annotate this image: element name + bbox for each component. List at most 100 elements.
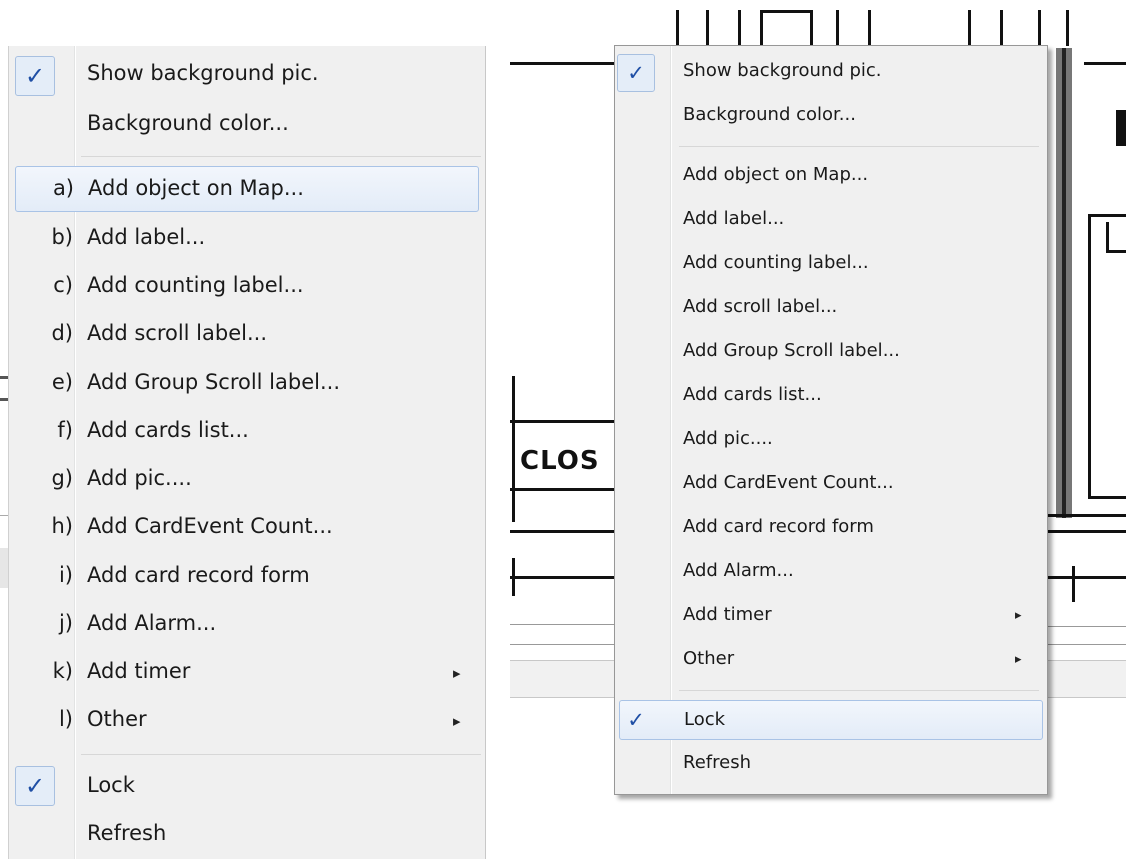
menu-item-lock[interactable]: Lock (15, 764, 479, 810)
drawing-line (836, 10, 839, 46)
menu-item-add-timer[interactable]: Add timer ▸ (619, 596, 1043, 636)
drawing-line (510, 62, 614, 65)
drawing-line (1048, 514, 1126, 517)
drawing-line (510, 644, 614, 645)
menu-item-add-cardevent-count[interactable]: h) Add CardEvent Count... (15, 505, 479, 551)
menu-item-add-pic[interactable]: Add pic.... (619, 420, 1043, 460)
menu-item-label: Add card record form (87, 563, 310, 587)
menu-item-label: Show background pic. (683, 60, 882, 81)
menu-item-add-alarm[interactable]: Add Alarm... (619, 552, 1043, 592)
menu-item-other[interactable]: l) Other ▸ (15, 698, 479, 744)
menu-item-label: Add Group Scroll label... (683, 340, 900, 361)
submenu-arrow-icon: ▸ (453, 712, 461, 730)
menu-item-add-group-scroll-label[interactable]: Add Group Scroll label... (619, 332, 1043, 372)
menu-item-label: Other (683, 648, 735, 669)
menu-item-label: Add counting label... (87, 273, 304, 297)
drawing-line (1116, 110, 1126, 146)
drawing-line (1088, 214, 1091, 498)
menu-item-label: Add card record form (683, 516, 874, 537)
drawing-text-clos: CLOS (520, 446, 600, 476)
menu-item-label: Add pic.... (683, 428, 773, 449)
menu-item-add-label[interactable]: b) Add label... (15, 216, 479, 262)
menu-item-add-counting-label[interactable]: c) Add counting label... (15, 264, 479, 310)
menu-item-add-cards-list[interactable]: Add cards list... (619, 376, 1043, 416)
menu-item-label: Lock (684, 709, 726, 730)
menu-item-label: Add label... (683, 208, 785, 229)
menu-item-add-counting-label[interactable]: Add counting label... (619, 244, 1043, 284)
menu-item-add-cards-list[interactable]: f) Add cards list... (15, 409, 479, 455)
menu-item-show-background-pic[interactable]: Show background pic. (15, 52, 479, 98)
menu-separator (81, 156, 481, 157)
left-panel: ✓ Show background pic. Background color.… (0, 0, 486, 859)
drawing-line (1048, 644, 1126, 645)
drawing-line (1038, 10, 1041, 46)
drawing-line (512, 376, 515, 522)
menu-item-add-group-scroll-label[interactable]: e) Add Group Scroll label... (15, 361, 479, 407)
menu-item-label: Background color... (683, 104, 856, 125)
drawing-line (868, 10, 871, 46)
drawing-fragment (0, 548, 8, 588)
drawing-line (760, 10, 812, 13)
menu-item-add-timer[interactable]: k) Add timer ▸ (15, 650, 479, 696)
menu-item-show-background-pic[interactable]: Show background pic. (619, 52, 1043, 92)
menu-item-label: Add Alarm... (87, 611, 217, 635)
item-letter: d) (51, 321, 73, 345)
menu-item-add-object-on-map[interactable]: Add object on Map... (619, 156, 1043, 196)
drawing-fragment (0, 515, 8, 516)
drawing-line (510, 420, 614, 423)
drawing-line (1088, 214, 1126, 217)
submenu-arrow-icon: ▸ (1015, 652, 1022, 667)
drawing-line (512, 558, 515, 596)
menu-separator (679, 146, 1039, 147)
drawing-fragment (0, 376, 8, 379)
drawing-line (760, 10, 763, 46)
drawing-line (1106, 250, 1126, 253)
drawing-line (1062, 48, 1066, 518)
menu-item-refresh[interactable]: Refresh (619, 744, 1043, 784)
item-letter: f) (57, 418, 73, 442)
menu-item-background-color[interactable]: Background color... (15, 102, 479, 148)
menu-item-refresh[interactable]: Refresh (15, 812, 479, 858)
drawing-line (676, 10, 679, 46)
menu-item-add-card-record-form[interactable]: i) Add card record form (15, 554, 479, 600)
menu-separator (81, 754, 481, 755)
submenu-arrow-icon: ▸ (1015, 608, 1022, 623)
menu-item-add-alarm[interactable]: j) Add Alarm... (15, 602, 479, 648)
drawing-line (810, 10, 813, 46)
menu-item-label: Show background pic. (87, 61, 319, 85)
menu-item-label: Background color... (87, 111, 289, 135)
item-letter: h) (51, 514, 73, 538)
drawing-line (1066, 10, 1069, 46)
item-letter: a) (52, 176, 74, 200)
menu-item-label: Add object on Map... (683, 164, 869, 185)
drawing-fragment (0, 398, 8, 401)
menu-item-background-color[interactable]: Background color... (619, 96, 1043, 136)
menu-item-lock[interactable]: Lock (619, 700, 1043, 740)
drawing-line (510, 624, 614, 625)
menu-item-label: Add cards list... (87, 418, 249, 442)
item-letter: c) (53, 273, 73, 297)
menu-item-label: Add label... (87, 225, 206, 249)
drawing-line (1048, 576, 1126, 579)
item-letter: e) (51, 370, 73, 394)
menu-item-label: Add cards list... (683, 384, 822, 405)
item-letter: k) (52, 659, 73, 683)
checkmark-icon: ✓ (627, 708, 645, 732)
menu-item-other[interactable]: Other ▸ (619, 640, 1043, 680)
menu-item-label: Refresh (683, 752, 751, 773)
menu-item-add-card-record-form[interactable]: Add card record form (619, 508, 1043, 548)
item-letter: l) (58, 707, 73, 731)
drawing-line (1084, 62, 1126, 65)
menu-item-add-scroll-label[interactable]: Add scroll label... (619, 288, 1043, 328)
drawing-line (510, 576, 614, 579)
menu-item-add-cardevent-count[interactable]: Add CardEvent Count... (619, 464, 1043, 504)
menu-item-label: Add counting label... (683, 252, 869, 273)
item-letter: g) (51, 466, 73, 490)
drawing-line (738, 10, 741, 46)
menu-item-add-object-on-map[interactable]: a) Add object on Map... (15, 166, 479, 212)
menu-item-add-scroll-label[interactable]: d) Add scroll label... (15, 312, 479, 358)
menu-item-add-pic[interactable]: g) Add pic.... (15, 457, 479, 503)
menu-item-add-label[interactable]: Add label... (619, 200, 1043, 240)
menu-item-label: Add timer (683, 604, 772, 625)
drawing-line (1000, 10, 1003, 46)
